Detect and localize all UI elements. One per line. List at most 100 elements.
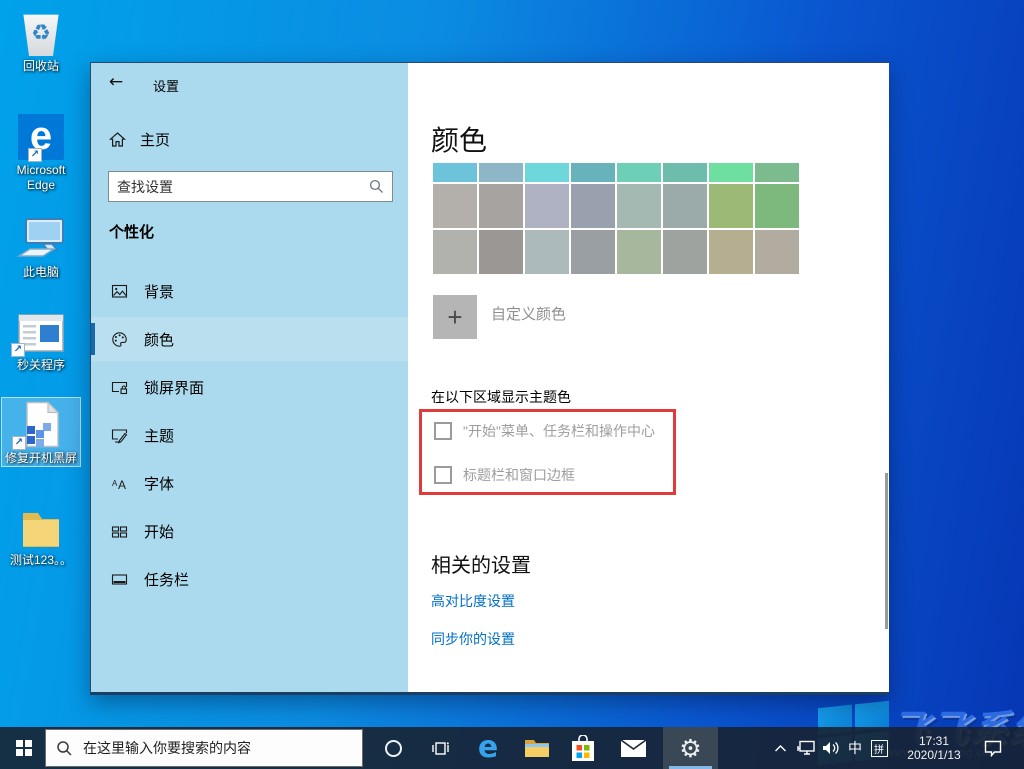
palette-icon <box>111 331 128 348</box>
desktop-icon-recycle-bin[interactable]: ♻ 回收站 <box>1 6 81 74</box>
checkbox-row-titlebars: 标题栏和窗口边框 <box>434 465 575 485</box>
sidebar-item-start[interactable]: 开始 <box>91 509 408 553</box>
page-title: 颜色 <box>431 119 487 159</box>
color-swatch[interactable] <box>617 184 661 228</box>
color-swatch[interactable] <box>755 230 799 274</box>
sidebar-section-heading: 个性化 <box>109 221 154 242</box>
settings-main-panel: 颜色 + 自定义颜色 在以下区域显示主题色 "开始"菜单、任务栏和操作中心 标题… <box>408 63 889 692</box>
color-swatch[interactable] <box>571 230 615 274</box>
taskbar: e ⚙ <box>0 727 1024 769</box>
mail-button[interactable] <box>611 727 655 769</box>
windows-logo-icon <box>16 740 32 756</box>
cortana-button[interactable] <box>373 727 413 769</box>
custom-color-label: 自定义颜色 <box>491 303 566 324</box>
desktop-icon-this-pc[interactable]: 此电脑 <box>1 212 81 280</box>
taskbar-search-box <box>45 729 363 767</box>
chevron-up-icon <box>774 744 787 753</box>
color-swatch[interactable] <box>525 163 569 182</box>
desktop-icon-reg-file[interactable]: ↗ 修复开机黑屏 <box>1 397 81 467</box>
ime-mode-icon: 拼 <box>871 740 888 757</box>
color-swatch[interactable] <box>433 163 477 182</box>
task-view-icon <box>431 740 450 757</box>
file-explorer-button[interactable] <box>515 727 559 769</box>
color-swatch[interactable] <box>755 184 799 228</box>
color-swatch-grid <box>433 163 799 274</box>
themes-icon <box>111 427 128 444</box>
program-window-icon: ↗ <box>1 305 81 355</box>
color-swatch[interactable] <box>479 184 523 228</box>
color-swatch[interactable] <box>433 184 477 228</box>
network-icon <box>797 740 816 756</box>
color-swatch[interactable] <box>479 163 523 182</box>
scrollbar-thumb[interactable] <box>885 473 888 629</box>
taskbar-icon <box>111 571 128 588</box>
store-button[interactable] <box>562 727 604 769</box>
settings-taskbar-button[interactable]: ⚙ <box>663 727 718 769</box>
color-swatch[interactable] <box>709 163 753 182</box>
color-swatch[interactable] <box>525 184 569 228</box>
sidebar-item-colors[interactable]: 颜色 <box>91 317 408 361</box>
home-icon <box>109 131 126 148</box>
checkbox-titlebars[interactable] <box>434 466 452 484</box>
back-button[interactable]: ← <box>97 69 135 95</box>
color-swatch[interactable] <box>755 163 799 182</box>
ime-language-indicator: 中 <box>848 738 862 758</box>
cortana-icon <box>385 740 402 757</box>
sidebar-item-background[interactable]: 背景 <box>91 269 408 313</box>
task-view-button[interactable] <box>420 727 460 769</box>
mail-icon <box>620 739 647 758</box>
tray-ime-language-button[interactable]: 中 <box>843 727 867 769</box>
color-swatch[interactable] <box>663 184 707 228</box>
window-title: 设置 <box>153 76 179 95</box>
edge-taskbar-button[interactable]: e <box>466 727 510 769</box>
related-settings-heading: 相关的设置 <box>431 549 531 578</box>
sidebar-item-lock-screen[interactable]: 锁屏界面 <box>91 365 408 409</box>
tray-ime-mode-button[interactable]: 拼 <box>866 727 892 769</box>
color-swatch[interactable] <box>571 184 615 228</box>
desktop: { "desktop": { "icons": [ { "label": "回收… <box>0 0 1024 769</box>
sidebar-item-themes[interactable]: 主题 <box>91 413 408 457</box>
this-pc-icon <box>1 212 81 262</box>
tray-network-button[interactable] <box>793 727 819 769</box>
checkbox-row-start-taskbar: "开始"菜单、任务栏和操作中心 <box>434 421 655 441</box>
store-icon <box>571 735 595 762</box>
svg-text:A: A <box>118 478 126 492</box>
color-swatch[interactable] <box>663 230 707 274</box>
settings-search-input[interactable] <box>109 179 369 195</box>
desktop-icon-edge[interactable]: e↗ Microsoft Edge <box>1 110 81 193</box>
lock-screen-icon <box>111 379 128 396</box>
color-swatch[interactable] <box>525 230 569 274</box>
color-swatch[interactable] <box>709 230 753 274</box>
tray-chevron-button[interactable] <box>768 727 792 769</box>
file-explorer-icon <box>524 738 550 759</box>
checkbox-start-taskbar[interactable] <box>434 422 452 440</box>
clock-time: 17:31 <box>919 734 949 748</box>
speaker-icon <box>822 740 841 756</box>
surfaces-heading: 在以下区域显示主题色 <box>431 387 571 407</box>
color-swatch[interactable] <box>433 230 477 274</box>
tray-clock[interactable]: 17:31 2020/1/13 <box>896 727 972 769</box>
color-swatch[interactable] <box>663 163 707 182</box>
color-swatch[interactable] <box>617 230 661 274</box>
action-center-button[interactable] <box>976 727 1010 769</box>
color-swatch[interactable] <box>479 230 523 274</box>
desktop-icon-folder[interactable]: 测试123。。 <box>1 500 81 568</box>
recycle-bin-icon: ♻ <box>1 6 81 56</box>
color-swatch[interactable] <box>571 163 615 182</box>
taskbar-search-input[interactable] <box>83 740 352 756</box>
link-sync-settings[interactable]: 同步你的设置 <box>431 629 515 649</box>
sidebar-item-fonts[interactable]: A A 字体 <box>91 461 408 505</box>
sidebar-item-taskbar[interactable]: 任务栏 <box>91 557 408 601</box>
color-swatch[interactable] <box>617 163 661 182</box>
start-button[interactable] <box>4 727 44 769</box>
search-icon <box>56 740 73 757</box>
desktop-icon-app[interactable]: ↗ 秒关程序 <box>1 305 81 373</box>
sidebar-item-home[interactable]: 主页 <box>109 129 170 150</box>
link-high-contrast[interactable]: 高对比度设置 <box>431 591 515 611</box>
color-swatch[interactable] <box>709 184 753 228</box>
start-icon <box>111 523 128 540</box>
registry-file-icon: ↗ <box>2 398 80 448</box>
tray-volume-button[interactable] <box>818 727 844 769</box>
custom-color-button[interactable]: + <box>433 295 477 339</box>
clock-date: 2020/1/13 <box>907 748 960 762</box>
